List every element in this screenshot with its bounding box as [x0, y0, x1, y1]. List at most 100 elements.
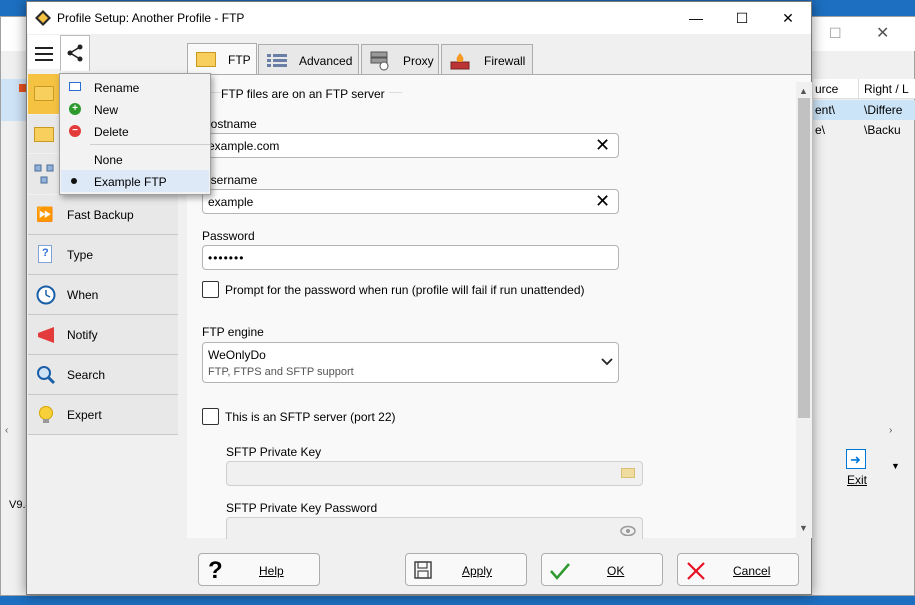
prompt-password-checkbox[interactable] — [202, 281, 219, 298]
tab-advanced[interactable]: Advanced — [258, 44, 359, 74]
ok-button-label: OK — [607, 564, 625, 578]
apply-button[interactable]: Apply — [405, 553, 527, 586]
sftp-key-password-input[interactable] — [226, 517, 643, 539]
network-icon — [34, 164, 54, 184]
ftp-engine-subtext: FTP, FTPS and SFTP support — [208, 366, 354, 378]
sidebar-item-label: Notify — [67, 328, 98, 342]
app-logo-icon — [35, 10, 51, 26]
background-close-icon: ✕ — [876, 25, 890, 42]
password-input[interactable]: ••••••• — [202, 245, 619, 270]
bullet-icon — [71, 178, 77, 184]
menu-item-example-ftp-label: Example FTP — [94, 175, 167, 189]
tab-firewall-label: Firewall — [484, 54, 526, 68]
tab-ftp[interactable]: FTP — [187, 43, 257, 75]
ftp-engine-select[interactable]: WeOnlyDo FTP, FTPS and SFTP support — [202, 342, 619, 383]
sftp-server-label[interactable]: This is an SFTP server (port 22) — [225, 410, 396, 424]
lightbulb-icon — [39, 406, 53, 423]
cancel-button-label: Cancel — [733, 564, 771, 578]
ftp-engine-label: FTP engine — [202, 325, 264, 339]
sidebar-item-label: Expert — [67, 408, 102, 422]
background-scroll-left-icon[interactable]: ‹ — [5, 425, 8, 436]
background-row-1-col-2: \Differe — [864, 103, 903, 117]
maximize-button[interactable]: ☐ — [719, 2, 765, 34]
add-icon: + — [69, 103, 81, 115]
sftp-server-checkbox[interactable] — [202, 408, 219, 425]
hostname-input[interactable]: example.com ✕ — [202, 133, 619, 158]
help-button[interactable]: ? Help — [198, 553, 320, 586]
menu-item-rename[interactable]: Rename — [61, 76, 209, 98]
cancel-button[interactable]: Cancel — [677, 553, 799, 586]
menu-item-new-label: New — [94, 103, 119, 117]
profile-context-menu: Rename + New − Delete None Example FTP — [59, 73, 211, 195]
exit-label[interactable]: Exit — [847, 473, 867, 487]
ok-button[interactable]: OK — [541, 553, 663, 586]
tab-advanced-label: Advanced — [299, 54, 353, 68]
scrollbar-thumb[interactable] — [798, 98, 810, 418]
chevron-down-icon — [601, 358, 613, 366]
sidebar-item-label: When — [67, 288, 99, 302]
background-maximize-icon: ☐ — [829, 25, 842, 41]
minimize-button[interactable]: — — [673, 2, 719, 34]
proxy-server-icon — [370, 51, 389, 71]
background-row-1-col-1: ent\ — [815, 103, 836, 117]
tab-firewall[interactable]: Firewall — [441, 44, 533, 74]
tab-proxy[interactable]: Proxy — [361, 44, 439, 74]
background-row-2-col-1: e\ — [815, 123, 826, 137]
sftp-key-password-label: SFTP Private Key Password — [226, 501, 378, 515]
sidebar-item-expert[interactable]: Expert — [28, 395, 178, 435]
hamburger-line — [35, 47, 53, 49]
sidebar-item-type[interactable]: ? Type — [28, 235, 178, 275]
clear-username-icon[interactable]: ✕ — [595, 191, 610, 211]
sidebar-item-fast-backup[interactable]: ⏩ Fast Backup — [28, 195, 178, 235]
sidebar-item-search[interactable]: Search — [28, 355, 178, 395]
sidebar-item-when[interactable]: When — [28, 275, 178, 315]
firewall-icon — [450, 53, 470, 70]
sftp-key-input[interactable] — [226, 461, 643, 486]
background-scroll-right-icon[interactable]: › — [889, 425, 892, 436]
save-disk-icon — [414, 561, 432, 579]
help-doc-icon: ? — [38, 245, 52, 263]
sidebar-item-label: Search — [67, 368, 106, 382]
fast-forward-icon: ⏩ — [36, 206, 54, 222]
hamburger-menu-button[interactable] — [28, 35, 60, 69]
menu-item-new[interactable]: + New — [61, 98, 209, 120]
sidebar-item-notify[interactable]: Notify — [28, 315, 178, 355]
background-col-header-1: urce — [815, 82, 839, 96]
settings-scrollbar[interactable]: ▲ ▼ — [796, 82, 812, 538]
sidebar-ftp-button[interactable] — [28, 115, 60, 153]
menu-item-none-label: None — [94, 153, 123, 167]
sftp-key-label: SFTP Private Key — [226, 445, 322, 459]
prompt-password-label[interactable]: Prompt for the password when run (profil… — [225, 283, 585, 297]
question-icon: ? — [208, 557, 223, 584]
clock-icon — [36, 285, 56, 305]
sidebar-network-button[interactable] — [28, 154, 60, 194]
folder-icon — [34, 86, 54, 101]
sidebar-item-label: Type — [67, 248, 94, 262]
close-button[interactable]: ✕ — [765, 2, 811, 34]
dialog-titlebar: Profile Setup: Another Profile - FTP — ☐… — [27, 2, 811, 34]
magnifier-icon — [37, 366, 56, 385]
exit-dropdown-icon[interactable]: ▼ — [891, 461, 900, 471]
share-profiles-button[interactable] — [60, 35, 90, 71]
ftp-engine-value: WeOnlyDo — [208, 348, 266, 362]
menu-item-none[interactable]: None — [61, 148, 209, 170]
menu-item-example-ftp[interactable]: Example FTP — [61, 170, 209, 192]
username-input[interactable]: example ✕ — [202, 189, 619, 214]
checkmark-icon — [550, 563, 570, 580]
password-value: ••••••• — [208, 251, 245, 265]
browse-folder-icon[interactable] — [621, 468, 635, 478]
exit-icon[interactable]: ➜ — [846, 449, 866, 469]
background-col-header-2: Right / L — [864, 82, 909, 96]
megaphone-icon — [38, 327, 54, 343]
hostname-value: example.com — [208, 139, 280, 153]
tab-ftp-label: FTP — [228, 53, 251, 67]
scroll-up-icon[interactable]: ▲ — [799, 86, 808, 96]
delete-icon: − — [69, 125, 81, 137]
eye-icon[interactable] — [619, 524, 637, 536]
scroll-down-icon[interactable]: ▼ — [799, 523, 808, 533]
menu-item-delete[interactable]: − Delete — [61, 120, 209, 142]
share-icon — [67, 44, 83, 62]
sidebar-folder-button[interactable] — [28, 74, 60, 114]
clear-hostname-icon[interactable]: ✕ — [595, 135, 610, 155]
menu-item-delete-label: Delete — [94, 125, 129, 139]
